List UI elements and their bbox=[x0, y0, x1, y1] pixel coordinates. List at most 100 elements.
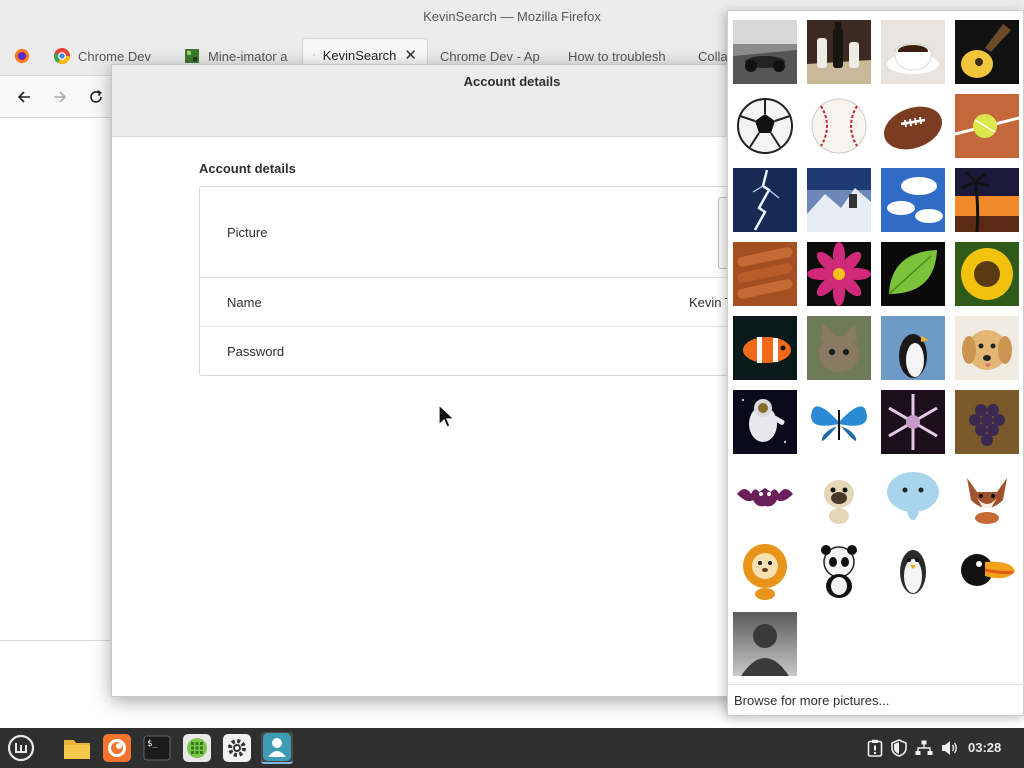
astronaut-image bbox=[733, 390, 797, 454]
tab-label: How to troublesh bbox=[568, 48, 666, 64]
picture-option-butterfly[interactable] bbox=[807, 390, 871, 454]
picture-option-mountain-climber[interactable] bbox=[807, 168, 871, 232]
picture-option-kitten[interactable] bbox=[807, 316, 871, 380]
picture-option-cartoon-pug[interactable] bbox=[807, 464, 871, 528]
picture-option-default-silhouette[interactable] bbox=[733, 612, 797, 676]
picture-option-baseball[interactable] bbox=[807, 94, 871, 158]
volume-icon bbox=[942, 741, 957, 755]
picture-option-cartoon-penguin[interactable] bbox=[881, 538, 945, 602]
puppy-image bbox=[955, 316, 1019, 380]
files-launcher[interactable] bbox=[61, 732, 93, 764]
volume-tray[interactable] bbox=[940, 738, 960, 758]
close-tab-icon[interactable]: ✕ bbox=[404, 46, 417, 64]
account-card: Picture Name Kevin T Password bbox=[199, 186, 760, 376]
tab-label: Chrome Dev - Ap bbox=[440, 48, 540, 64]
chrome-icon bbox=[54, 48, 70, 64]
picture-label: Picture bbox=[227, 225, 268, 240]
picture-option-cartoon-fox[interactable] bbox=[955, 464, 1019, 528]
account-details-dialog: Account details Account details Picture … bbox=[111, 64, 760, 697]
back-button[interactable] bbox=[12, 85, 36, 109]
terminal-launcher[interactable]: $_ bbox=[141, 732, 173, 764]
picture-option-racing-car[interactable] bbox=[733, 20, 797, 84]
picture-option-tennis-ball[interactable] bbox=[955, 94, 1019, 158]
password-row[interactable]: Password bbox=[200, 327, 760, 376]
snowflake-image bbox=[881, 390, 945, 454]
cartoon-elephant-image bbox=[881, 464, 945, 528]
cartoon-lion-image bbox=[733, 538, 797, 602]
browse-more-pictures-button[interactable]: Browse for more pictures... bbox=[734, 693, 889, 708]
picture-option-puppy[interactable] bbox=[955, 316, 1019, 380]
picture-option-astronaut[interactable] bbox=[733, 390, 797, 454]
dialog-header: Account details bbox=[112, 65, 752, 137]
green-leaf-image bbox=[881, 242, 945, 306]
user-accounts-launcher[interactable] bbox=[261, 732, 293, 764]
tennis-ball-image bbox=[955, 94, 1019, 158]
picture-option-green-leaf[interactable] bbox=[881, 242, 945, 306]
soccer-ball-image bbox=[733, 94, 797, 158]
clipboard-icon bbox=[867, 739, 883, 757]
picture-option-sunflower[interactable] bbox=[955, 242, 1019, 306]
terminal-icon: $_ bbox=[143, 735, 171, 761]
picture-option-guitar[interactable] bbox=[955, 20, 1019, 84]
network-tray[interactable] bbox=[914, 738, 934, 758]
search-icon bbox=[313, 54, 315, 56]
default-silhouette-image bbox=[733, 612, 797, 676]
picture-option-grapes[interactable] bbox=[955, 390, 1019, 454]
picture-option-clownfish[interactable] bbox=[733, 316, 797, 380]
picture-option-clouds[interactable] bbox=[881, 168, 945, 232]
grapes-image bbox=[955, 390, 1019, 454]
chess-pieces-image bbox=[807, 20, 871, 84]
cinnamon-image bbox=[733, 242, 797, 306]
picture-option-pink-flower[interactable] bbox=[807, 242, 871, 306]
clipboard-tray[interactable] bbox=[865, 738, 885, 758]
popover-divider bbox=[728, 684, 1024, 685]
grid-app-launcher[interactable] bbox=[181, 732, 213, 764]
picture-option-palm-sunset[interactable] bbox=[955, 168, 1019, 232]
clouds-image bbox=[881, 168, 945, 232]
svg-text:$_: $_ bbox=[147, 739, 158, 749]
picture-option-soccer-ball[interactable] bbox=[733, 94, 797, 158]
firefox-menu-tab[interactable] bbox=[4, 38, 40, 74]
picture-option-cartoon-elephant[interactable] bbox=[881, 464, 945, 528]
picture-option-cartoon-lion[interactable] bbox=[733, 538, 797, 602]
tab-label: Mine-imator a bbox=[208, 48, 288, 64]
section-title: Account details bbox=[199, 161, 296, 176]
picture-row[interactable]: Picture bbox=[200, 187, 760, 278]
arrow-left-icon bbox=[17, 91, 30, 103]
shield-icon bbox=[891, 739, 907, 757]
palm-sunset-image bbox=[955, 168, 1019, 232]
picture-option-penguin[interactable] bbox=[881, 316, 945, 380]
settings-launcher[interactable] bbox=[221, 732, 253, 764]
picture-option-chess-pieces[interactable] bbox=[807, 20, 871, 84]
grid-app-icon bbox=[183, 734, 211, 762]
mint-menu-icon bbox=[7, 734, 35, 762]
picture-option-football[interactable] bbox=[881, 94, 945, 158]
mouse-cursor-icon bbox=[438, 404, 455, 428]
kitten-image bbox=[807, 316, 871, 380]
picture-option-cartoon-bat[interactable] bbox=[733, 464, 797, 528]
cartoon-pug-image bbox=[807, 464, 871, 528]
picture-option-cartoon-toucan[interactable] bbox=[955, 538, 1019, 602]
update-shield-tray[interactable] bbox=[889, 738, 909, 758]
picture-option-cartoon-panda[interactable] bbox=[807, 538, 871, 602]
reload-button[interactable] bbox=[84, 85, 108, 109]
taskbar: $_ 03:28 bbox=[0, 728, 1024, 768]
lightning-image bbox=[733, 168, 797, 232]
forward-button[interactable] bbox=[48, 85, 72, 109]
firefox-launcher[interactable] bbox=[101, 732, 133, 764]
clock[interactable]: 03:28 bbox=[968, 740, 1001, 755]
picture-option-coffee-cup[interactable] bbox=[881, 20, 945, 84]
picture-option-lightning[interactable] bbox=[733, 168, 797, 232]
network-icon bbox=[915, 740, 933, 755]
mint-menu-button[interactable] bbox=[5, 732, 37, 764]
name-label: Name bbox=[227, 295, 262, 310]
picture-option-cinnamon[interactable] bbox=[733, 242, 797, 306]
guitar-image bbox=[955, 20, 1019, 84]
firefox-icon bbox=[103, 734, 131, 762]
picture-option-snowflake[interactable] bbox=[881, 390, 945, 454]
user-accounts-icon bbox=[263, 733, 291, 761]
name-row[interactable]: Name Kevin T bbox=[200, 278, 760, 327]
sunflower-image bbox=[955, 242, 1019, 306]
arrow-right-icon bbox=[54, 91, 67, 103]
picture-chooser-popover: Browse for more pictures... bbox=[727, 10, 1024, 716]
